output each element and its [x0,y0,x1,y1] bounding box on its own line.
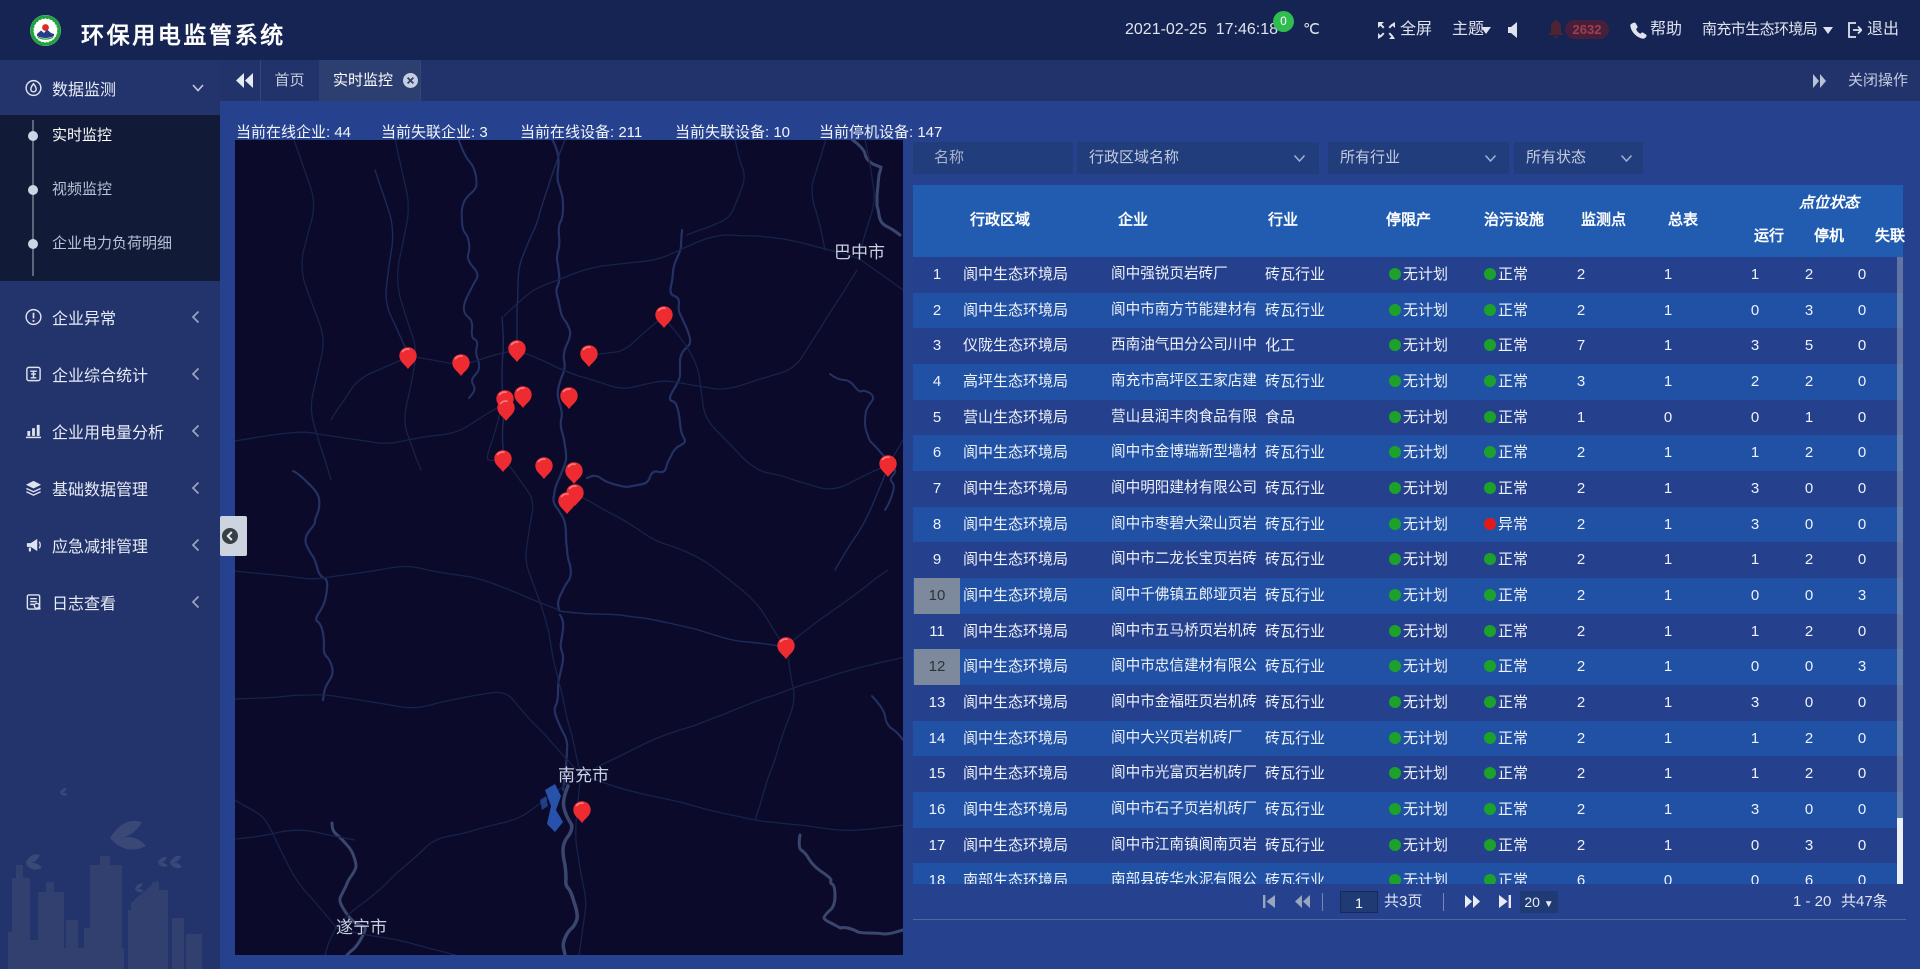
svg-text:巴中市: 巴中市 [834,243,885,262]
svg-text:南充市: 南充市 [558,766,609,785]
svg-text:遂宁市: 遂宁市 [336,918,387,937]
